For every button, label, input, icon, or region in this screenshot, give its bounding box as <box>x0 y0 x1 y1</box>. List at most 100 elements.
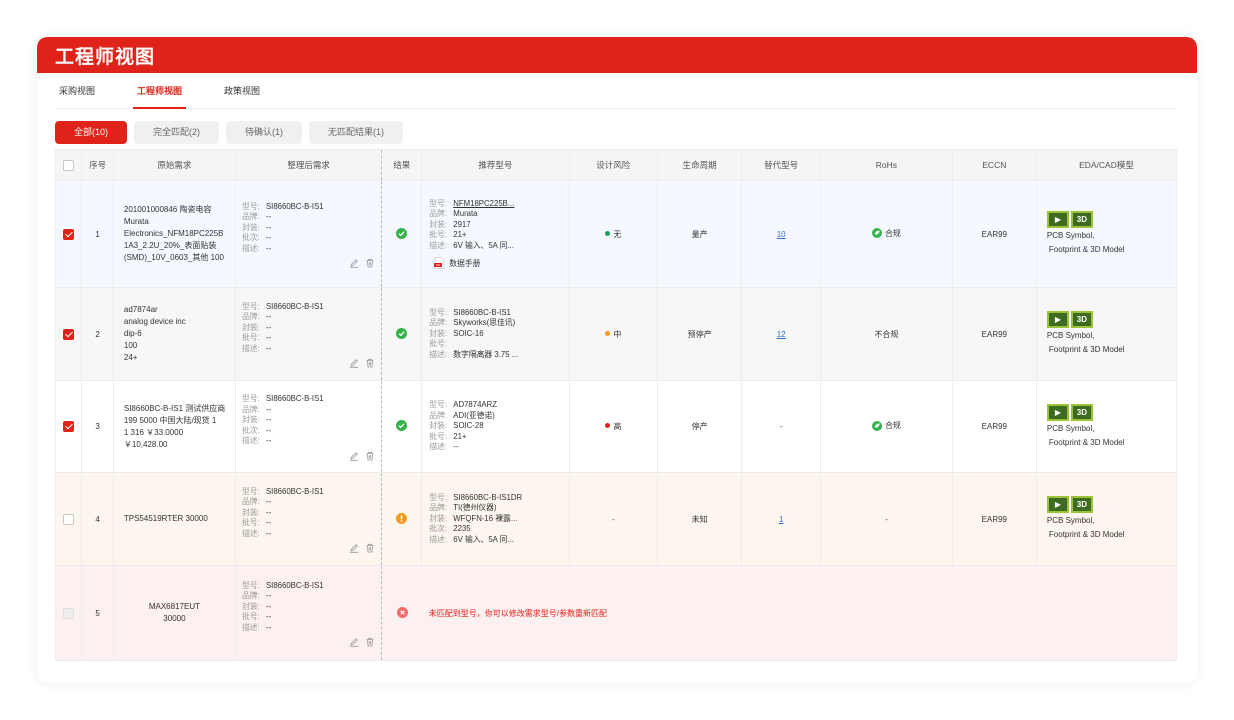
eccn: EAR99 <box>952 472 1037 566</box>
row-seq: 3 <box>81 380 114 473</box>
original-requirement: SI8660BC-B-IS1 测试供应商 199 5000 中国大陆/现货 1 … <box>113 380 236 473</box>
tab-procurement-view[interactable]: 采购视图 <box>55 73 99 109</box>
eda-model-cell[interactable]: ▶ 3D PCB Symbol, Footprint & 3D Model <box>1036 472 1178 566</box>
alternatives-link[interactable]: 1 <box>779 515 783 524</box>
col-cleaned: 整理后需求 <box>235 149 383 181</box>
eda-model-cell[interactable]: ▶ 3D PCB Symbol, Footprint & 3D Model <box>1036 287 1178 381</box>
select-all-checkbox[interactable] <box>63 159 75 171</box>
filter-full-match-button[interactable]: 完全匹配(2) <box>134 121 220 144</box>
row-checkbox-disabled <box>63 607 75 619</box>
match-success-icon <box>396 327 408 339</box>
table-row: 5 MAX6817EUT 30000 型号: SI8660BC-B-IS1 品牌:… <box>55 565 1177 661</box>
3d-model-icon[interactable]: 3D <box>1070 496 1093 513</box>
recommended-model-link[interactable]: NFM18PC225B... <box>453 199 514 208</box>
col-risk: 设计风险 <box>569 149 659 181</box>
eda-model-cell[interactable]: ▶ 3D PCB Symbol, Footprint & 3D Model <box>1036 380 1178 473</box>
row-checkbox[interactable] <box>63 328 75 340</box>
col-recommended: 推荐型号 <box>421 149 570 181</box>
row-seq: 2 <box>81 287 114 381</box>
alternatives-cell: - <box>741 380 822 473</box>
delete-icon[interactable] <box>365 358 375 368</box>
pcb-symbol-icon[interactable]: ▶ <box>1046 403 1069 421</box>
cleaned-requirement: 型号: SI8660BC-B-IS1 品牌: -- 封装: -- 批次: -- 描述: -… <box>235 380 383 473</box>
header-bar: 工程师视图 <box>37 37 1197 73</box>
design-risk: 中 <box>569 287 659 381</box>
lifecycle: 量产 <box>657 180 743 288</box>
row-checkbox[interactable] <box>63 421 75 432</box>
edit-icon[interactable] <box>349 637 359 647</box>
row-checkbox[interactable] <box>63 513 75 525</box>
alternatives-link[interactable]: 12 <box>777 330 786 339</box>
cleaned-requirement: 型号: SI8660BC-B-IS1 品牌: -- 封装: -- 批次: -- 描述: -… <box>235 180 383 288</box>
edit-icon[interactable] <box>349 358 359 368</box>
delete-icon[interactable] <box>365 451 375 461</box>
rohs-cell: - <box>820 472 953 566</box>
original-requirement: ad7874ar analog device inc dip-6 100 24+ <box>113 287 236 381</box>
design-risk: - <box>569 472 659 566</box>
cleaned-requirement: 型号: SI8660BC-B-IS1 品牌: -- 封装: -- 批号: -- 描述: -… <box>235 287 383 381</box>
page-title: 工程师视图 <box>55 45 156 68</box>
rohs-cell: 不合规 <box>820 287 953 381</box>
row-select-cell[interactable] <box>55 380 83 473</box>
col-result: 结果 <box>381 149 423 181</box>
eda-model-cell[interactable]: ▶ 3D PCB Symbol, Footprint & 3D Model <box>1036 180 1178 288</box>
row-select-cell[interactable] <box>55 472 83 566</box>
col-seq: 序号 <box>81 149 114 181</box>
cleaned-requirement: 型号: SI8660BC-B-IS1 品牌: -- 封装: -- 批号: -- 描述: -… <box>235 565 383 661</box>
result-cell <box>381 472 423 566</box>
filter-no-match-button[interactable]: 无匹配结果(1) <box>309 121 404 144</box>
delete-icon[interactable] <box>365 637 375 647</box>
datasheet-link[interactable]: 数据手册 <box>434 257 568 270</box>
error-icon <box>396 606 408 618</box>
edit-icon[interactable] <box>349 451 359 461</box>
warning-icon <box>396 512 408 524</box>
rohs-cell: 合规 <box>820 380 953 473</box>
filter-bar: 全部(10) 完全匹配(2) 待确认(1) 无匹配结果(1) <box>55 121 404 144</box>
filter-pending-button[interactable]: 待确认(1) <box>226 121 303 144</box>
delete-icon[interactable] <box>365 258 375 268</box>
filter-all-button[interactable]: 全部(10) <box>55 121 128 144</box>
tab-engineer-view[interactable]: 工程师视图 <box>133 73 187 109</box>
result-cell <box>381 287 423 381</box>
pcb-symbol-icon[interactable]: ▶ <box>1046 496 1069 513</box>
tab-policy-view[interactable]: 政策视图 <box>220 73 264 109</box>
rohs-compliant-icon <box>871 228 882 239</box>
recommended-part: 型号: AD7874ARZ 品牌: ADI(亚德诺) 封装: SOIC-28 批号: 2… <box>421 380 570 473</box>
alternatives-cell: 10 <box>741 180 822 288</box>
alternatives-cell: 12 <box>741 287 822 381</box>
recommended-part: 型号: SI8660BC-B-IS1DR 品牌: TI(德州仪器) 封装: WFQFN… <box>421 472 570 566</box>
table-row: 1 201001000846 陶瓷电容 Murata Electronics_N… <box>55 180 1178 288</box>
cleaned-requirement: 型号: SI8660BC-B-IS1 品牌: -- 封装: -- 批号: -- 描述: -… <box>235 472 383 566</box>
pcb-symbol-icon[interactable]: ▶ <box>1046 311 1069 328</box>
3d-model-icon[interactable]: 3D <box>1070 311 1093 328</box>
eccn: EAR99 <box>952 380 1037 473</box>
col-rohs: RoHs <box>820 149 953 181</box>
recommended-part: 型号: SI8660BC-B-IS1 品牌: Skyworks(思佳讯) 封装: SO… <box>421 287 570 381</box>
3d-model-icon[interactable]: 3D <box>1070 211 1093 228</box>
original-requirement: 201001000846 陶瓷电容 Murata Electronics_NFM… <box>113 180 236 288</box>
alternatives-link[interactable]: 10 <box>777 230 786 239</box>
pcb-symbol-icon[interactable]: ▶ <box>1046 211 1069 228</box>
row-checkbox[interactable] <box>63 228 75 240</box>
rohs-compliant-icon <box>871 420 882 431</box>
eccn: EAR99 <box>952 180 1037 288</box>
row-seq: 1 <box>81 180 114 288</box>
design-risk: 无 <box>569 180 659 288</box>
select-all-cell[interactable] <box>55 149 83 181</box>
match-success-icon <box>396 420 408 431</box>
3d-model-icon[interactable]: 3D <box>1070 403 1093 421</box>
delete-icon[interactable] <box>365 543 375 553</box>
table-row: 4 TPS54519RTER 30000 型号: SI8660BC-B-IS1 品… <box>55 472 1178 566</box>
edit-icon[interactable] <box>349 543 359 553</box>
row-select-cell[interactable] <box>55 180 83 288</box>
row-select-cell[interactable] <box>55 287 83 381</box>
design-risk: 高 <box>569 380 659 473</box>
engineer-view-card: 工程师视图 采购视图 工程师视图 政策视图 全部(10) 完全匹配(2) 待确认… <box>37 37 1197 683</box>
table-row: 3 SI8660BC-B-IS1 测试供应商 199 5000 中国大陆/现货 … <box>55 380 1178 473</box>
result-cell <box>381 380 423 473</box>
col-eda: EDA/CAD模型 <box>1036 149 1178 181</box>
match-success-icon <box>396 227 408 239</box>
result-cell <box>381 565 422 661</box>
no-match-message: 未匹配到型号，你可以修改需求型号/参数重新匹配 <box>428 608 607 618</box>
edit-icon[interactable] <box>349 258 359 268</box>
